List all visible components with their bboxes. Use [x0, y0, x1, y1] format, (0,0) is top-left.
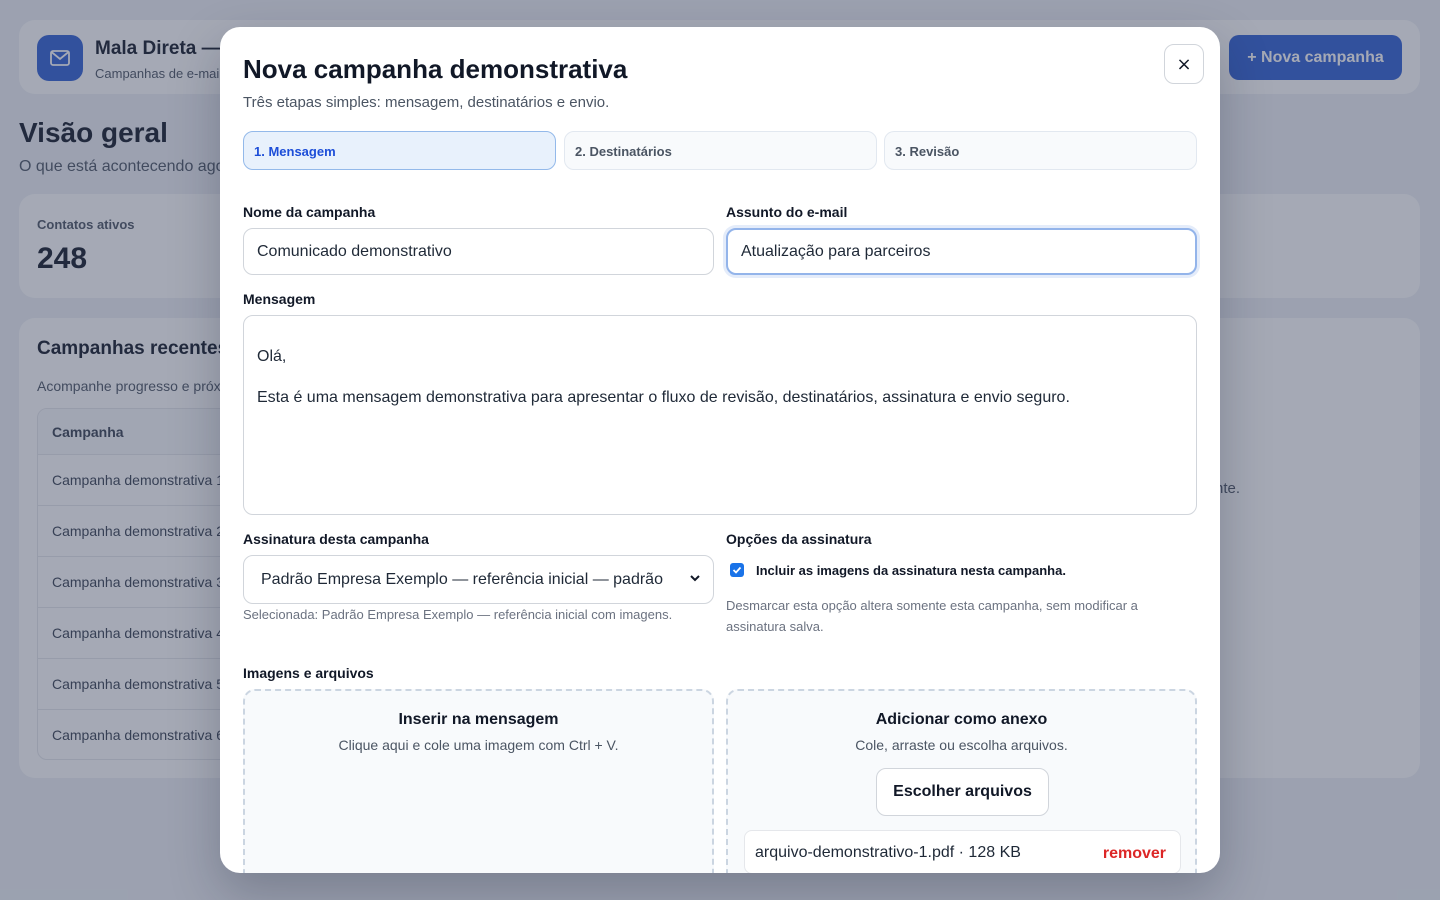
message-body: Esta é uma mensagem demonstrativa para a…	[257, 389, 1070, 406]
modal-subtitle: Três etapas simples: mensagem, destinatá…	[243, 94, 610, 111]
choose-files-button[interactable]: Escolher arquivos	[876, 768, 1049, 816]
signature-options-hint: Desmarcar esta opção altera somente esta…	[726, 598, 1138, 634]
remove-attachment-button[interactable]: remover	[1103, 845, 1166, 863]
step-revisao[interactable]: 3. Revisão	[884, 131, 1197, 170]
close-button[interactable]: ×	[1164, 44, 1204, 84]
files-label: Imagens e arquivos	[243, 665, 374, 681]
new-campaign-modal: Nova campanha demonstrativa Três etapas …	[220, 27, 1220, 873]
campaign-name-input[interactable]	[243, 228, 714, 275]
attachment-title: Adicionar como anexo	[875, 711, 1048, 728]
attachment-file-item: arquivo-demonstrativo-1.pdf · 128 KB rem…	[744, 830, 1181, 873]
signature-options-label: Opções da assinatura	[726, 531, 872, 547]
signature-select-value: Padrão Empresa Exemplo — referência inic…	[261, 571, 663, 588]
campaign-name-label: Nome da campanha	[243, 204, 376, 220]
attachment-file-name: arquivo-demonstrativo-1.pdf · 128 KB	[755, 844, 1021, 861]
include-signature-images-label[interactable]: Incluir as imagens da assinatura nesta c…	[756, 563, 1066, 578]
message-textarea[interactable]: Olá, Esta é uma mensagem demonstrativa p…	[243, 315, 1197, 515]
check-icon	[732, 566, 742, 574]
signature-hint: Selecionada: Padrão Empresa Exemplo — re…	[243, 607, 673, 622]
close-icon: ×	[1176, 53, 1192, 75]
message-greeting: Olá,	[257, 348, 287, 365]
chevron-down-icon	[689, 571, 701, 589]
message-label: Mensagem	[243, 291, 316, 307]
attachment-subtitle: Cole, arraste ou escolha arquivos.	[855, 737, 1068, 753]
inline-image-subtitle: Clique aqui e cole uma imagem com Ctrl +…	[338, 737, 619, 753]
step-mensagem[interactable]: 1. Mensagem	[243, 131, 556, 170]
step-destinatarios[interactable]: 2. Destinatários	[564, 131, 877, 170]
subject-input[interactable]	[726, 228, 1197, 275]
signature-select[interactable]: Padrão Empresa Exemplo — referência inic…	[243, 555, 714, 604]
subject-label: Assunto do e-mail	[726, 204, 848, 220]
signature-label: Assinatura desta campanha	[243, 531, 429, 547]
inline-image-title: Inserir na mensagem	[398, 711, 559, 728]
include-signature-images-checkbox[interactable]	[730, 563, 744, 577]
attachment-dropzone[interactable]: Adicionar como anexo Cole, arraste ou es…	[726, 689, 1197, 873]
modal-title: Nova campanha demonstrativa	[243, 54, 628, 84]
inline-image-dropzone[interactable]: Inserir na mensagem Clique aqui e cole u…	[243, 689, 714, 873]
